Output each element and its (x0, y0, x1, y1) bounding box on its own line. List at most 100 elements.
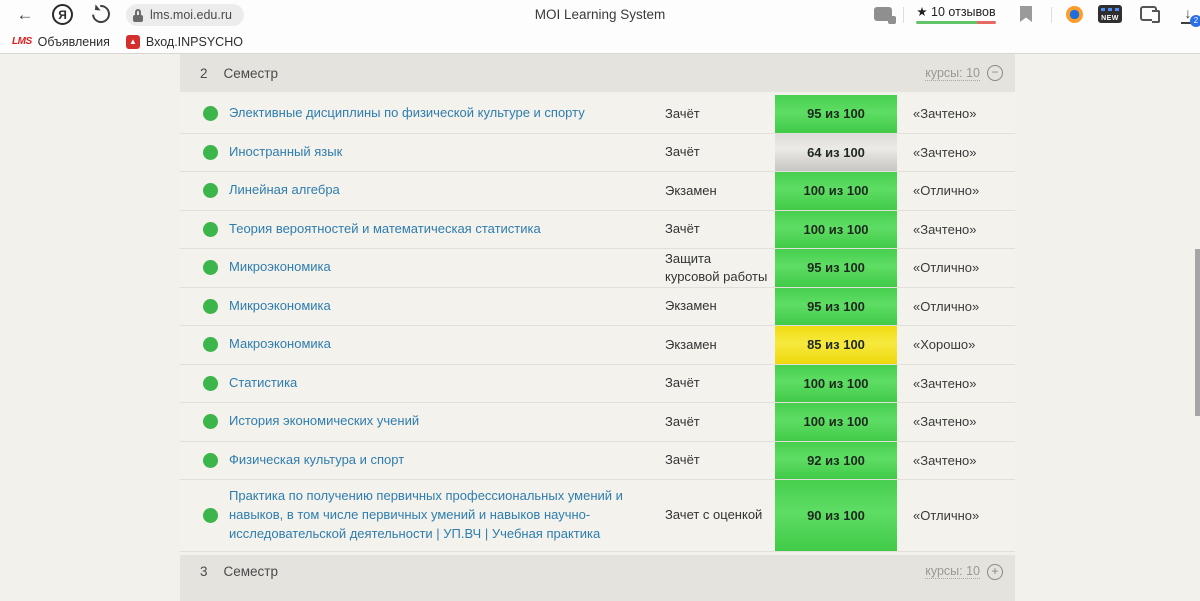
bookmark-flag-icon[interactable] (1020, 4, 1032, 22)
course-status-dot (203, 337, 218, 353)
score-badge: 64 из 100 (775, 133, 897, 171)
bookmarks-bar: LMS Объявления Вход.INPSYCHO (0, 30, 1200, 53)
grade-text: «Зачтено» (913, 414, 977, 430)
score-badge: 100 из 100 (775, 364, 897, 402)
bookmark-inpsycho-login[interactable]: Вход.INPSYCHO (124, 33, 251, 51)
courses-count-link[interactable]: курсы: 10 (925, 66, 980, 81)
course-link[interactable]: Микроэкономика (229, 259, 331, 274)
course-row: Микроэкономика Экзамен 95 из 100 «Отличн… (180, 287, 1015, 326)
course-status-dot (203, 507, 218, 523)
downloads-count-badge: 2 (1190, 15, 1200, 27)
course-row: Микроэкономика Защита курсовой работы 95… (180, 249, 1015, 288)
assessment-type: Экзамен (665, 336, 717, 352)
score-badge: 92 из 100 (775, 441, 897, 479)
grade-text: «Отлично» (913, 298, 980, 314)
course-link[interactable]: Иностранный язык (229, 144, 342, 159)
course-status-dot (203, 452, 218, 468)
course-status-dot (203, 144, 218, 160)
score-badge: 100 из 100 (775, 403, 897, 441)
course-link[interactable]: Физическая культура и спорт (229, 452, 404, 467)
vertical-scrollbar-thumb[interactable] (1195, 249, 1200, 416)
messenger-icon[interactable] (874, 4, 896, 24)
course-row: Статистика Зачёт 100 из 100 «Зачтено» (180, 364, 1015, 403)
lms-favicon: LMS (12, 36, 32, 47)
page-title: MOI Learning System (534, 7, 666, 22)
assessment-type: Экзамен (665, 298, 717, 314)
course-link[interactable]: Теория вероятностей и математическая ста… (229, 221, 541, 236)
collapse-semester-icon[interactable]: − (987, 65, 1003, 81)
grade-text: «Зачтено» (913, 221, 977, 237)
course-link[interactable]: История экономических учений (229, 413, 419, 428)
grade-text: «Отлично» (913, 260, 980, 276)
inpsycho-favicon (125, 34, 140, 49)
score-badge: 100 из 100 (775, 210, 897, 248)
score-badge: 90 из 100 (775, 480, 897, 551)
course-status-dot (203, 298, 218, 314)
score-badge: 100 из 100 (775, 172, 897, 210)
course-status-dot (203, 414, 218, 430)
score-badge: 95 из 100 (775, 95, 897, 133)
secure-lock-icon[interactable] (132, 9, 144, 22)
assessment-type: Зачёт (665, 105, 700, 121)
semester-title: Семестр (223, 65, 279, 81)
assessment-type: Зачёт (665, 221, 700, 237)
courses-count-link[interactable]: курсы: 10 (925, 564, 980, 580)
course-status-dot (203, 260, 218, 276)
grade-text: «Отлично» (913, 183, 980, 199)
bookmark-announcements[interactable]: LMS Объявления (10, 33, 118, 51)
course-row: Теория вероятностей и математическая ста… (180, 210, 1015, 249)
assessment-type: Экзамен (665, 182, 717, 198)
semester-number: 3 (200, 563, 208, 579)
score-badge: 95 из 100 (775, 287, 897, 325)
assessment-type: Зачёт (665, 144, 700, 160)
score-badge: 85 из 100 (775, 326, 897, 364)
course-link[interactable]: Макроэкономика (229, 336, 331, 351)
browser-chrome: ← Я lms.moi.edu.ru MOI Learning System ★… (0, 0, 1200, 54)
site-reviews-button[interactable]: ★ 10 отзывов (916, 4, 996, 24)
course-status-dot (203, 221, 218, 237)
assessment-type: Зачёт (665, 452, 700, 468)
extension-circle-icon[interactable] (1066, 4, 1083, 23)
grade-text: «Зачтено» (913, 106, 977, 122)
course-row: Физическая культура и спорт Зачёт 92 из … (180, 441, 1015, 480)
semester-3-header: 3 Семестр курсы: 10 + (180, 554, 1015, 601)
course-status-dot (203, 375, 218, 391)
reviews-rating-bar (916, 21, 996, 24)
course-status-dot (203, 183, 218, 199)
reload-icon[interactable] (88, 1, 114, 27)
reload-arc (88, 1, 114, 27)
course-link[interactable]: Статистика (229, 375, 297, 390)
grade-text: «Хорошо» (913, 337, 976, 353)
address-bar[interactable]: lms.moi.edu.ru (126, 4, 244, 26)
course-link[interactable]: Элективные дисциплины по физической куль… (229, 105, 585, 120)
course-status-dot (203, 106, 218, 122)
course-row: Макроэкономика Экзамен 85 из 100 «Хорошо… (180, 326, 1015, 365)
course-link[interactable]: Микроэкономика (229, 298, 331, 313)
toolbar-divider (903, 7, 904, 23)
toolbar-divider-2 (1051, 7, 1052, 23)
assessment-type: Зачет с оценкой (665, 507, 763, 523)
browser-toolbar: ← Я lms.moi.edu.ru MOI Learning System ★… (0, 0, 1200, 30)
course-link[interactable]: Практика по получению первичных професси… (229, 488, 623, 541)
video-new-extension-icon[interactable]: NEW (1098, 4, 1122, 23)
collections-icon[interactable] (1140, 4, 1160, 23)
url-text[interactable]: lms.moi.edu.ru (150, 8, 232, 22)
semester-number: 2 (200, 65, 208, 81)
yandex-logo-icon[interactable]: Я (52, 4, 73, 25)
course-row: История экономических учений Зачёт 100 и… (180, 403, 1015, 442)
lms-page: 2 Семестр курсы: 10 − Элективные дисципл… (0, 54, 1200, 601)
course-link[interactable]: Линейная алгебра (229, 182, 340, 197)
grade-text: «Зачтено» (913, 452, 977, 468)
course-row: Элективные дисциплины по физической куль… (180, 95, 1015, 134)
downloads-icon[interactable]: ↓ 2 (1180, 4, 1200, 27)
gradebook-table: 2 Семестр курсы: 10 − Элективные дисципл… (180, 54, 1015, 601)
assessment-type: Защита курсовой работы (665, 250, 768, 284)
expand-semester-icon[interactable]: + (987, 563, 1003, 580)
back-button[interactable]: ← (12, 2, 38, 28)
grade-text: «Отлично» (913, 507, 980, 523)
course-row: Практика по получению первичных професси… (180, 480, 1015, 552)
semester-title: Семестр (223, 563, 279, 579)
assessment-type: Зачёт (665, 413, 700, 429)
course-row: Линейная алгебра Экзамен 100 из 100 «Отл… (180, 172, 1015, 211)
assessment-type: Зачёт (665, 375, 700, 391)
